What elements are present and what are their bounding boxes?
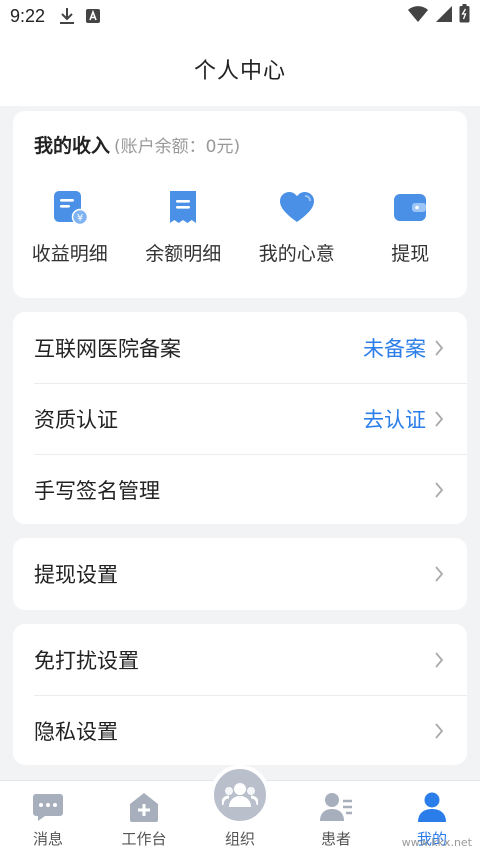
download-icon <box>59 7 75 25</box>
tab-workbench-label: 工作台 <box>121 830 167 848</box>
wallet-icon <box>390 187 430 227</box>
income-title: 我的收入 <box>34 135 111 157</box>
tab-messages-label: 消息 <box>32 830 63 848</box>
watermark-text: www.kkx.net <box>401 836 472 849</box>
qualification-status: 去认证 <box>363 407 426 432</box>
income-header: 我的收入 (账户余额：0元) <box>34 131 240 158</box>
settings-group-3: 免打扰设置 隐私设置 <box>13 624 467 765</box>
hospital-filing-label: 互联网医院备案 <box>34 336 181 361</box>
chevron-right-icon <box>434 650 446 670</box>
my-gratitude-button[interactable]: 我的心意 <box>240 187 354 266</box>
bottom-tab-bar: 消息 工作台 组织 患者 我的 www.kkx.net <box>0 765 480 853</box>
hospital-filing-row[interactable]: 互联网医院备案 未备案 <box>13 312 467 383</box>
income-detail-button[interactable]: ¥ 收益明细 <box>13 187 127 266</box>
settings-group-1: 互联网医院备案 未备案 资质认证 去认证 手写签名管理 <box>13 312 467 524</box>
profile-icon <box>415 790 449 824</box>
qualification-label: 资质认证 <box>34 407 118 432</box>
wifi-icon <box>407 5 429 28</box>
patient-icon <box>319 790 353 824</box>
signal-icon <box>435 5 453 28</box>
chevron-right-icon <box>434 721 446 741</box>
income-card: 我的收入 (账户余额：0元) ¥ 收益明细 余额明细 我的心意 提现 <box>13 111 467 298</box>
withdraw-label: 提现 <box>391 243 430 265</box>
privacy-label: 隐私设置 <box>34 719 118 744</box>
income-detail-label: 收益明细 <box>31 243 108 265</box>
signature-label: 手写签名管理 <box>34 478 160 503</box>
privacy-row[interactable]: 隐私设置 <box>13 695 467 766</box>
balance-detail-button[interactable]: 余额明细 <box>127 187 241 266</box>
settings-group-2: 提现设置 <box>13 538 467 610</box>
do-not-disturb-label: 免打扰设置 <box>34 648 139 673</box>
tab-patients-label: 患者 <box>320 830 351 848</box>
battery-icon <box>459 4 470 28</box>
status-time: 9:22 <box>10 5 46 26</box>
withdraw-settings-label: 提现设置 <box>34 562 118 587</box>
svg-text:¥: ¥ <box>77 213 83 224</box>
chevron-right-icon <box>434 409 446 429</box>
page-title: 个人中心 <box>193 59 286 84</box>
withdraw-settings-row[interactable]: 提现设置 <box>13 538 467 609</box>
workbench-icon <box>127 790 161 824</box>
income-detail-icon: ¥ <box>50 187 90 227</box>
my-gratitude-label: 我的心意 <box>258 243 335 265</box>
message-icon <box>31 790 65 824</box>
chevron-right-icon <box>434 564 446 584</box>
tab-messages[interactable]: 消息 <box>0 781 96 853</box>
tab-workbench[interactable]: 工作台 <box>96 781 192 853</box>
heart-icon <box>277 187 317 227</box>
page-header: 个人中心 <box>0 32 480 106</box>
app-notification-icon <box>85 8 101 24</box>
signature-row[interactable]: 手写签名管理 <box>13 454 467 525</box>
balance-receipt-icon <box>163 187 203 227</box>
status-bar: 9:22 <box>0 0 480 32</box>
do-not-disturb-row[interactable]: 免打扰设置 <box>13 624 467 695</box>
group-icon <box>210 765 270 825</box>
chevron-right-icon <box>434 480 446 500</box>
tab-organization[interactable]: 组织 <box>192 765 288 853</box>
hospital-filing-status: 未备案 <box>363 336 426 361</box>
withdraw-button[interactable]: 提现 <box>354 187 468 266</box>
chevron-right-icon <box>434 338 446 358</box>
qualification-row[interactable]: 资质认证 去认证 <box>13 383 467 454</box>
tab-patients[interactable]: 患者 <box>288 781 384 853</box>
balance-text: (账户余额：0元) <box>114 137 241 157</box>
tab-organization-label: 组织 <box>224 830 255 848</box>
balance-detail-label: 余额明细 <box>145 243 222 265</box>
